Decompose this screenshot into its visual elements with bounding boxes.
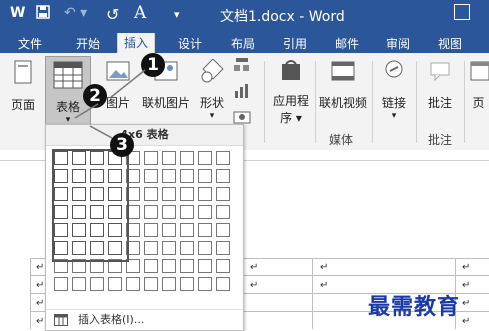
callout-arrows <box>74 69 146 139</box>
arrow-line <box>74 103 99 119</box>
arrow-line <box>109 69 146 99</box>
watermark: 最需教育 <box>368 294 461 320</box>
arrow-line <box>89 125 113 139</box>
